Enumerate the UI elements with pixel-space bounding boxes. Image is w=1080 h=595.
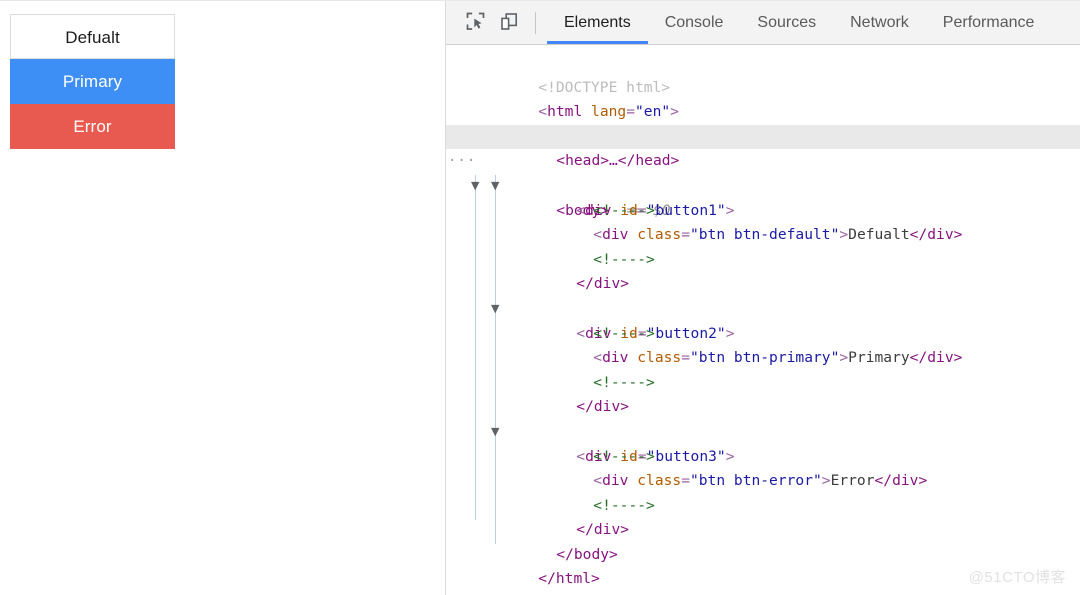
dom-node-comment-1b[interactable]: <!---->: [446, 223, 1080, 248]
dom-node-close-html[interactable]: </html>: [446, 543, 1080, 568]
dom-tree[interactable]: <!DOCTYPE html> <html lang="en"> ▶ <head…: [446, 45, 1080, 595]
button-primary[interactable]: Primary: [10, 59, 175, 104]
tab-performance[interactable]: Performance: [926, 1, 1052, 44]
close-html-tag: </html>: [538, 570, 600, 587]
device-toolbar-icon[interactable]: [492, 1, 526, 44]
dom-node-body[interactable]: ··· ▼ <body> == $0: [446, 125, 1080, 150]
devtools-panel: Elements Console Sources Network Perform…: [446, 1, 1080, 595]
dom-node-doctype[interactable]: <!DOCTYPE html>: [446, 51, 1080, 76]
dom-node-html[interactable]: <html lang="en">: [446, 76, 1080, 101]
button-error[interactable]: Error: [10, 104, 175, 149]
dom-node-comment-2b[interactable]: <!---->: [446, 346, 1080, 371]
tab-elements[interactable]: Elements: [547, 1, 648, 44]
devtools-toolbar: Elements Console Sources Network Perform…: [446, 1, 1080, 45]
tab-sources[interactable]: Sources: [740, 1, 833, 44]
page-preview-pane: Defualt Primary Error: [0, 1, 446, 595]
toolbar-divider: [535, 12, 536, 34]
dom-node-div-btn-primary[interactable]: <div class="btn btn-primary">Primary</di…: [446, 322, 1080, 347]
dom-node-div-btn-error[interactable]: <div class="btn btn-error">Error</div>: [446, 445, 1080, 470]
devtools-screenshot: Defualt Primary Error Elemen: [0, 0, 1080, 595]
tab-console[interactable]: Console: [648, 1, 741, 44]
dom-node-close-button1[interactable]: </div>: [446, 248, 1080, 273]
dom-node-div-button1[interactable]: ▼ <div id="button1">: [446, 149, 1080, 174]
button-default[interactable]: Defualt: [10, 14, 175, 59]
dom-node-div-button3[interactable]: ▼ <div id="button3">: [446, 395, 1080, 420]
dom-node-close-button2[interactable]: </div>: [446, 371, 1080, 396]
dom-node-div-btn-default[interactable]: <div class="btn btn-default">Defualt</di…: [446, 199, 1080, 224]
dom-node-close-body[interactable]: </body>: [446, 518, 1080, 543]
inspect-element-icon[interactable]: [458, 1, 492, 44]
watermark: @51CTO博客: [969, 566, 1066, 587]
dom-node-head[interactable]: ▶ <head>…</head>: [446, 100, 1080, 125]
devtools-tabs: Elements Console Sources Network Perform…: [547, 1, 1051, 44]
dom-node-close-button3[interactable]: </div>: [446, 494, 1080, 519]
tab-network[interactable]: Network: [833, 1, 926, 44]
button-stack: Defualt Primary Error: [10, 14, 175, 149]
dom-node-comment-1a[interactable]: <!---->: [446, 174, 1080, 199]
dom-node-div-button2[interactable]: ▼ <div id="button2">: [446, 272, 1080, 297]
dom-node-comment-3a[interactable]: <!---->: [446, 420, 1080, 445]
dom-node-comment-2a[interactable]: <!---->: [446, 297, 1080, 322]
dom-node-comment-3b[interactable]: <!---->: [446, 469, 1080, 494]
